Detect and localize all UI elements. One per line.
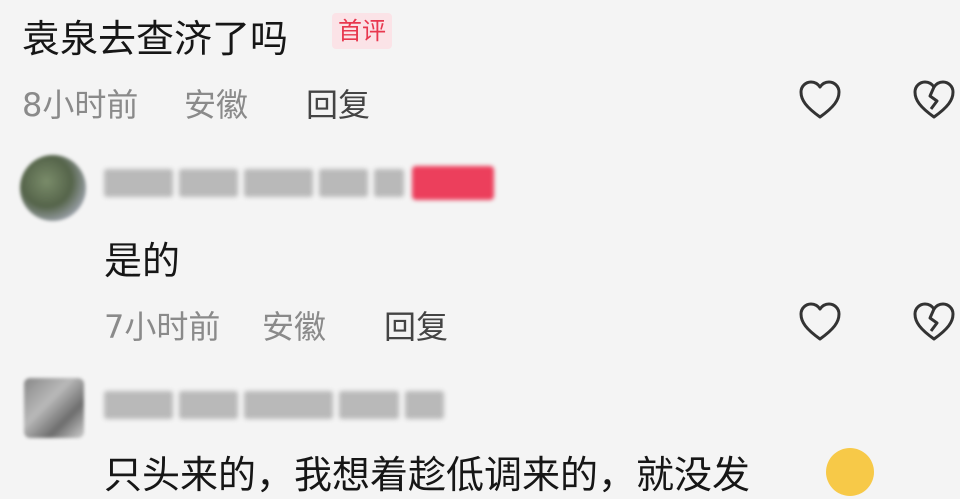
- username-blurred[interactable]: [104, 166, 404, 200]
- comment-text: 袁泉去查济了吗: [22, 17, 289, 61]
- user-badge-blurred: [412, 166, 494, 200]
- first-comment-badge: 首评: [332, 13, 392, 49]
- broken-heart-icon: [913, 80, 955, 119]
- comment-time: 8小时前: [22, 86, 139, 124]
- reply-button[interactable]: 回复: [384, 302, 448, 348]
- comment-location: 安徽: [262, 308, 327, 346]
- avatar[interactable]: [24, 378, 84, 438]
- comment-text: 只头来的，我想着趁低调来的，就没发: [104, 453, 751, 497]
- smile-emoji-icon: [826, 448, 874, 496]
- broken-heart-icon: [913, 302, 955, 341]
- username-blurred[interactable]: [104, 388, 444, 422]
- avatar[interactable]: [20, 155, 86, 221]
- dislike-button[interactable]: [910, 298, 958, 346]
- comment-text: 是的: [104, 239, 181, 283]
- dislike-button[interactable]: [910, 76, 958, 124]
- reply-button[interactable]: 回复: [306, 80, 370, 126]
- comment-time: 7小时前: [104, 308, 221, 346]
- heart-outline-icon: [799, 302, 841, 341]
- comment-location: 安徽: [184, 86, 249, 124]
- heart-outline-icon: [799, 80, 841, 119]
- like-button[interactable]: [796, 76, 844, 124]
- like-button[interactable]: [796, 298, 844, 346]
